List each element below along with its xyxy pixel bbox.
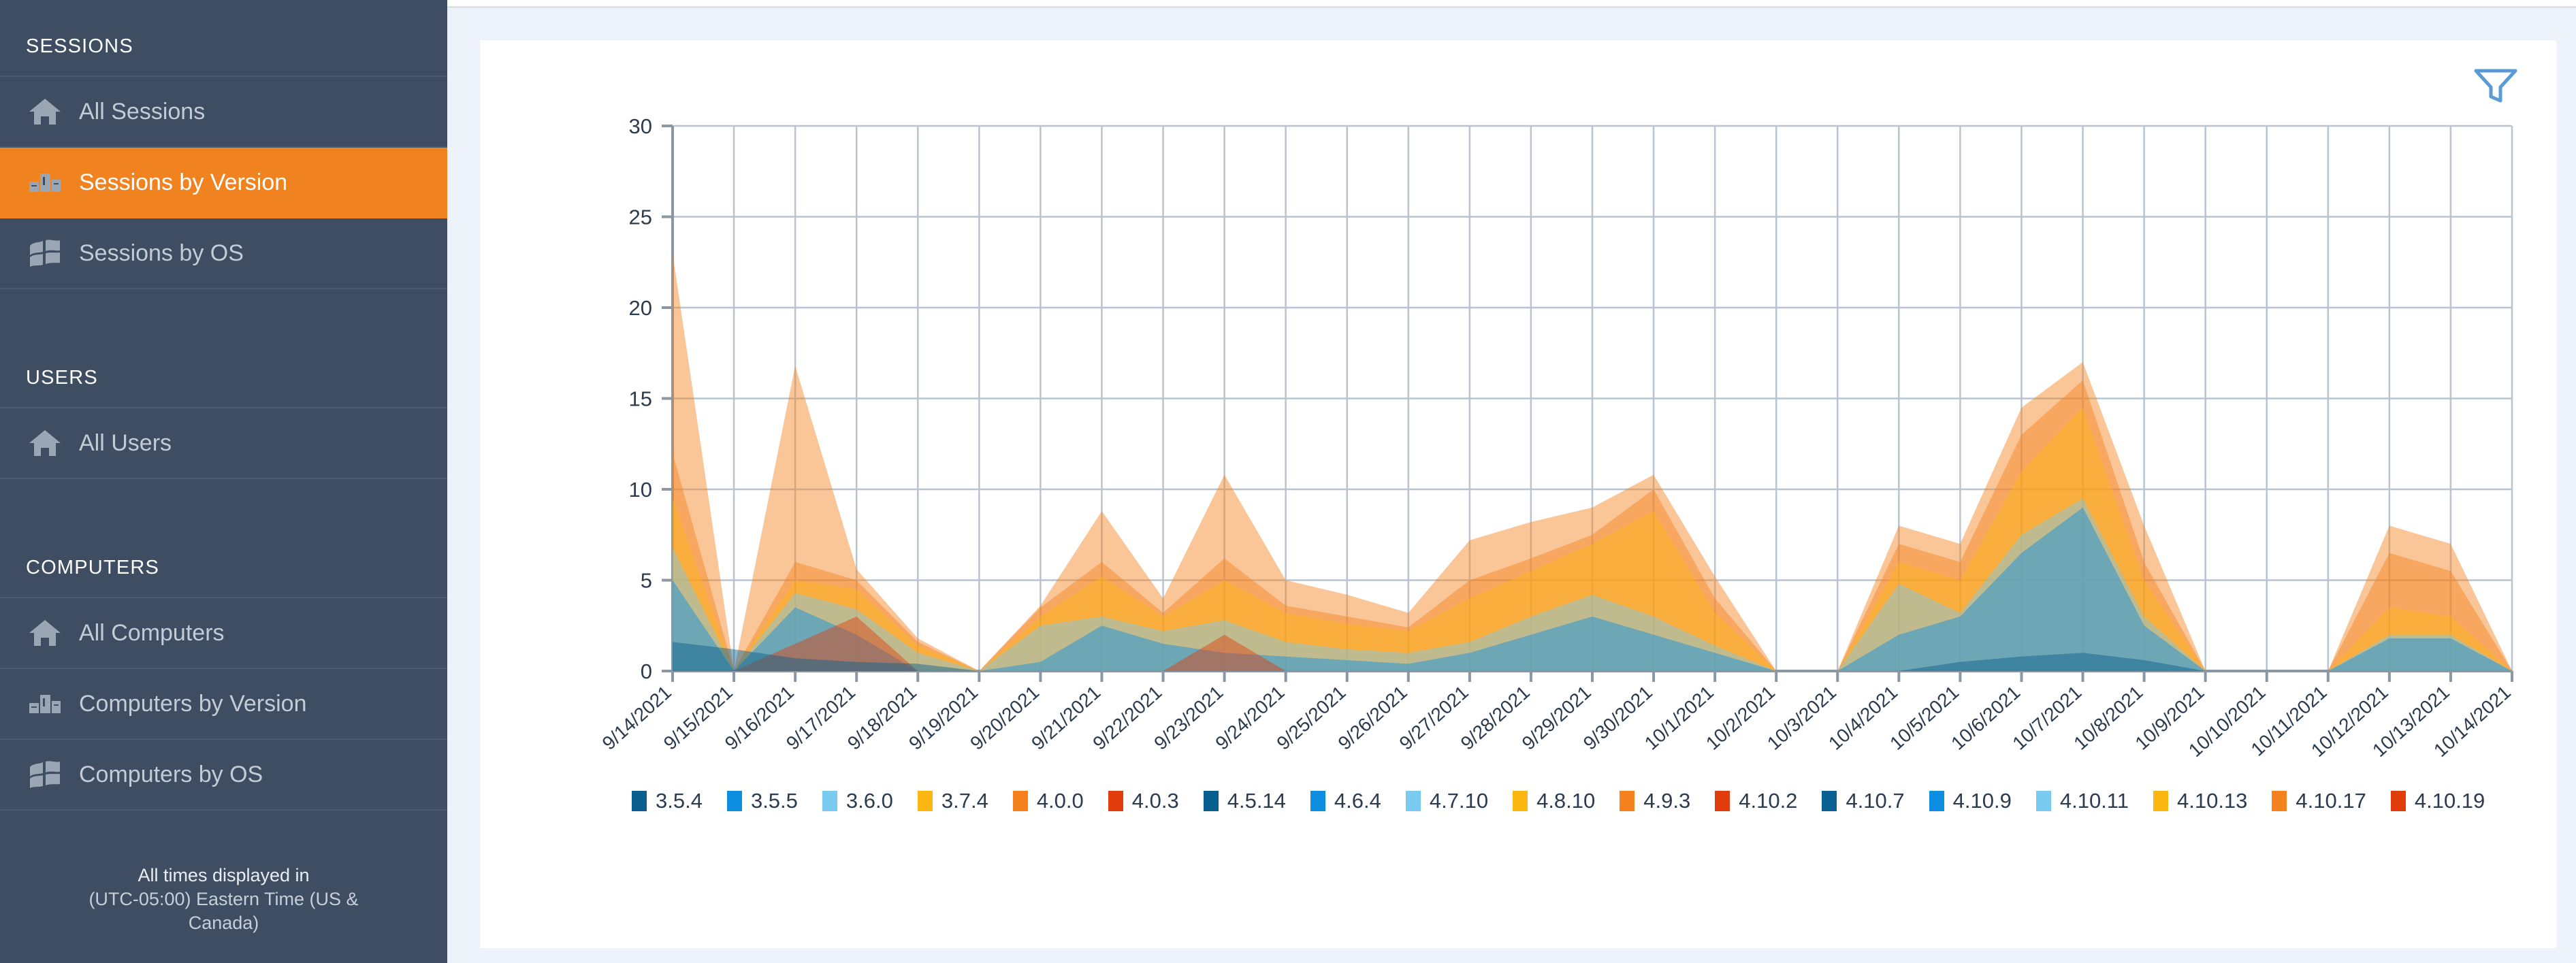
y-tick-label: 10 <box>629 478 652 502</box>
legend-item-3-5-4[interactable]: 3.5.4 <box>632 787 703 815</box>
timezone-note-line3: Canada) <box>188 913 259 934</box>
legend-swatch <box>1929 791 1944 811</box>
sidebar-item-all-sessions[interactable]: All Sessions <box>0 77 447 148</box>
legend-item-3-7-4[interactable]: 3.7.4 <box>917 787 988 815</box>
legend-label: 4.8.10 <box>1536 789 1596 813</box>
legend-label: 4.10.9 <box>1952 789 2012 813</box>
legend-item-4-10-11[interactable]: 4.10.11 <box>2035 787 2129 815</box>
legend-item-4-9-3[interactable]: 4.9.3 <box>1620 787 1690 815</box>
legend-label: 4.10.19 <box>2414 789 2485 813</box>
legend-item-4-10-19[interactable]: 4.10.19 <box>2390 787 2485 815</box>
legend-swatch <box>726 791 742 811</box>
legend-swatch <box>2035 791 2051 811</box>
sidebar-item-label: Sessions by OS <box>79 240 244 266</box>
windows-icon <box>26 237 64 270</box>
sidebar-item-label: All Users <box>79 429 172 456</box>
legend-item-4-5-14[interactable]: 4.5.14 <box>1203 787 1286 815</box>
legend-label: 4.10.2 <box>1739 789 1798 813</box>
legend-swatch <box>2153 791 2168 811</box>
legend-label: 4.10.11 <box>2059 789 2129 813</box>
legend-label: 3.6.0 <box>846 789 893 813</box>
y-tick-label: 15 <box>629 387 652 411</box>
legend-label: 4.6.4 <box>1334 789 1381 813</box>
legend-swatch <box>2272 791 2287 811</box>
sidebar-item-all-computers[interactable]: All Computers <box>0 598 447 669</box>
sidebar-item-computers-by-os[interactable]: Computers by OS <box>0 740 447 811</box>
podium-icon <box>26 166 64 199</box>
legend-swatch <box>1203 791 1219 811</box>
windows-icon <box>26 758 64 791</box>
app-root: SESSIONS All Sessions Sessions by Version S… <box>0 0 2576 963</box>
legend-item-4-7-10[interactable]: 4.7.10 <box>1405 787 1489 815</box>
legend-swatch <box>1822 791 1837 811</box>
sidebar-item-sessions-by-version[interactable]: Sessions by Version <box>0 148 447 218</box>
legend-label: 4.10.17 <box>2296 789 2366 813</box>
y-tick-label: 25 <box>629 206 652 229</box>
home-icon <box>26 617 64 649</box>
legend-swatch <box>1108 791 1123 811</box>
sidebar-item-all-users[interactable]: All Users <box>0 408 447 479</box>
legend-swatch <box>1405 791 1421 811</box>
sidebar-group-title-sessions: SESSIONS <box>26 35 133 57</box>
legend-label: 4.0.0 <box>1036 789 1084 813</box>
sidebar-item-sessions-by-os[interactable]: Sessions by OS <box>0 218 447 289</box>
sidebar-item-computers-by-version[interactable]: Computers by Version <box>0 669 447 740</box>
legend-label: 4.7.10 <box>1429 789 1489 813</box>
sidebar-item-label: Computers by OS <box>79 761 263 787</box>
legend-label: 4.10.7 <box>1846 789 1905 813</box>
legend-item-4-10-2[interactable]: 4.10.2 <box>1715 787 1797 815</box>
sidebar-item-label: All Sessions <box>79 98 206 125</box>
chart-legend: 3.5.4 3.5.5 3.6.0 3.7.4 4.0.0 4.0.3 4.5.14 4.6.… <box>632 787 2511 815</box>
y-tick-label: 30 <box>629 114 652 138</box>
legend-label: 3.7.4 <box>941 789 988 813</box>
legend-item-4-8-10[interactable]: 4.8.10 <box>1513 787 1595 815</box>
legend-item-4-10-17[interactable]: 4.10.17 <box>2272 787 2366 815</box>
legend-swatch <box>1715 791 1730 811</box>
legend-swatch <box>1513 791 1528 811</box>
home-icon <box>26 95 64 128</box>
legend-swatch <box>2390 791 2406 811</box>
legend-swatch <box>1012 791 1028 811</box>
timezone-note: All times displayed in (UTC-05:00) Easter… <box>0 864 447 935</box>
legend-item-4-0-0[interactable]: 4.0.0 <box>1012 787 1084 815</box>
legend-swatch <box>917 791 933 811</box>
sidebar-item-label: Sessions by Version <box>79 169 288 195</box>
main-content: 0 5 10 15 20 25 30 4.10.17 4.9.3 4.8.10 4.7.10 4.6.… <box>447 0 2576 963</box>
legend-label: 4.9.3 <box>1643 789 1691 813</box>
legend-item-3-6-0[interactable]: 3.6.0 <box>822 787 893 815</box>
legend-item-3-5-5[interactable]: 3.5.5 <box>726 787 798 815</box>
legend-label: 3.5.5 <box>750 789 798 813</box>
legend-item-4-0-3[interactable]: 4.0.3 <box>1108 787 1179 815</box>
sidebar: SESSIONS All Sessions Sessions by Version S… <box>0 0 447 963</box>
legend-item-4-10-13[interactable]: 4.10.13 <box>2153 787 2247 815</box>
sidebar-item-label: Computers by Version <box>79 690 307 717</box>
sidebar-group-title-users: USERS <box>26 367 98 389</box>
legend-item-4-6-4[interactable]: 4.6.4 <box>1310 787 1381 815</box>
legend-swatch <box>1620 791 1635 811</box>
legend-item-4-10-9[interactable]: 4.10.9 <box>1929 787 2012 815</box>
home-icon <box>26 427 64 459</box>
legend-label: 4.0.3 <box>1131 789 1179 813</box>
y-tick-label: 20 <box>629 296 652 320</box>
chart-card: 0 5 10 15 20 25 30 4.10.17 4.9.3 4.8.10 4.7.10 4.6.… <box>480 40 2556 948</box>
top-strip <box>447 0 2576 8</box>
legend-swatch <box>1310 791 1325 811</box>
timezone-note-line2: (UTC-05:00) Eastern Time (US & <box>88 889 359 910</box>
legend-swatch <box>632 791 647 811</box>
timezone-note-line1: All times displayed in <box>138 865 310 885</box>
podium-icon <box>26 687 64 720</box>
sidebar-group-title-computers: COMPUTERS <box>26 557 160 578</box>
legend-label: 4.5.14 <box>1227 789 1286 813</box>
legend-item-4-10-7[interactable]: 4.10.7 <box>1822 787 1905 815</box>
sidebar-item-label: All Computers <box>79 619 225 646</box>
y-tick-label: 0 <box>641 659 652 683</box>
y-tick-label: 5 <box>641 569 652 593</box>
legend-label: 3.5.4 <box>656 789 703 813</box>
legend-label: 4.10.13 <box>2176 789 2248 813</box>
legend-swatch <box>822 791 837 811</box>
